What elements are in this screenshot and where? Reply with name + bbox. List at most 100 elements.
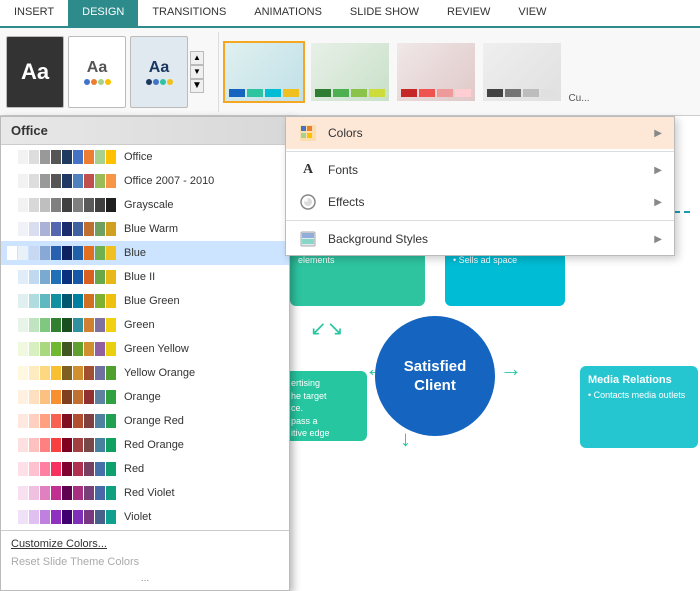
satisfied-client-circle: SatisfiedClient — [375, 316, 495, 436]
color-name-10: Orange — [124, 391, 161, 403]
advertising-box: ertisinghe targetce.pass aitive edge — [285, 371, 367, 441]
swatch — [95, 150, 105, 164]
swatch — [29, 150, 39, 164]
scroll-down-arrow[interactable]: ▼ — [190, 65, 204, 79]
media-relations-title: Media Relations — [588, 374, 690, 386]
color-row-red-violet[interactable]: Red Violet — [1, 481, 289, 505]
color-row-green-yellow[interactable]: Green Yellow — [1, 337, 289, 361]
swatch — [62, 318, 72, 332]
swatches-8 — [7, 342, 116, 356]
effects-label: Effects — [328, 195, 644, 209]
swatch — [106, 270, 116, 284]
swatches-11 — [7, 414, 116, 428]
swatches-6 — [7, 294, 116, 308]
color-row-yellow-orange[interactable]: Yellow Orange — [1, 361, 289, 385]
swatch — [51, 390, 61, 404]
submenu-colors[interactable]: Colors ▶ — [286, 117, 674, 149]
swatch — [7, 390, 17, 404]
colors-arrow: ▶ — [654, 128, 662, 139]
swatch — [18, 246, 28, 260]
color-row-orange[interactable]: Orange — [1, 385, 289, 409]
scroll-more-arrow[interactable]: ▼ — [190, 79, 204, 93]
swatch — [40, 270, 50, 284]
swatch — [7, 246, 17, 260]
tab-slideshow[interactable]: SLIDE SHOW — [336, 0, 433, 26]
theme-medium-dots — [146, 79, 173, 85]
swatch — [51, 318, 61, 332]
theme-light-button[interactable]: Aa — [68, 36, 126, 108]
bgstyles-arrow: ▶ — [654, 234, 662, 245]
swatch — [73, 414, 83, 428]
customize-button[interactable]: Cu... — [569, 36, 589, 108]
slide-thumb-4[interactable] — [481, 41, 563, 103]
submenu-fonts[interactable]: A Fonts ▶ — [286, 154, 674, 186]
swatch — [62, 414, 72, 428]
swatch — [7, 222, 17, 236]
color-row-blue[interactable]: Blue — [1, 241, 289, 265]
color-row-orange-red[interactable]: Orange Red — [1, 409, 289, 433]
theme-dark-label: Aa — [21, 59, 49, 85]
color-row-red-orange[interactable]: Red Orange — [1, 433, 289, 457]
slide-thumb-2[interactable] — [309, 41, 391, 103]
swatch — [29, 174, 39, 188]
color-row-grayscale[interactable]: Grayscale — [1, 193, 289, 217]
color-row-office-2007---2010[interactable]: Office 2007 - 2010 — [1, 169, 289, 193]
tab-design[interactable]: DESIGN — [68, 0, 138, 26]
swatch — [29, 318, 39, 332]
swatch — [51, 414, 61, 428]
color-name-15: Violet — [124, 511, 151, 523]
slide-thumb-1[interactable] — [223, 41, 305, 103]
swatch — [62, 438, 72, 452]
swatch — [51, 462, 61, 476]
swatch — [106, 366, 116, 380]
submenu-effects[interactable]: Effects ▶ — [286, 186, 674, 218]
swatch — [18, 390, 28, 404]
swatch — [73, 174, 83, 188]
color-row-blue-green[interactable]: Blue Green — [1, 289, 289, 313]
swatch — [84, 222, 94, 236]
tab-review[interactable]: REVIEW — [433, 0, 504, 26]
swatch — [73, 318, 83, 332]
swatch — [29, 270, 39, 284]
color-row-blue-ii[interactable]: Blue II — [1, 265, 289, 289]
swatch — [7, 150, 17, 164]
customize-colors-link[interactable]: Customize Colors... — [7, 535, 283, 553]
submenu-divider-2 — [286, 220, 674, 221]
swatches-7 — [7, 318, 116, 332]
swatch — [95, 486, 105, 500]
swatch — [29, 438, 39, 452]
color-row-office[interactable]: Office — [1, 145, 289, 169]
color-row-green[interactable]: Green — [1, 313, 289, 337]
theme-dark-button[interactable]: Aa — [6, 36, 64, 108]
swatch — [84, 366, 94, 380]
slide-thumb-3[interactable] — [395, 41, 477, 103]
swatch — [29, 246, 39, 260]
theme-medium-button[interactable]: Aa — [130, 36, 188, 108]
swatch — [84, 270, 94, 284]
color-row-violet[interactable]: Violet — [1, 505, 289, 529]
thumb-bar-4 — [487, 89, 557, 97]
scroll-up-arrow[interactable]: ▲ — [190, 51, 204, 65]
satisfied-client-text: SatisfiedClient — [404, 357, 467, 396]
tab-animations[interactable]: ANIMATIONS — [240, 0, 336, 26]
swatch — [84, 462, 94, 476]
reset-colors-link[interactable]: Reset Slide Theme Colors — [7, 553, 283, 571]
advertising-text: ertisinghe targetce.pass aitive edge — [291, 377, 361, 440]
swatch — [18, 222, 28, 236]
submenu-background-styles[interactable]: Background Styles ▶ — [286, 223, 674, 255]
tab-view[interactable]: VIEW — [504, 0, 560, 26]
color-row-red[interactable]: Red — [1, 457, 289, 481]
swatch — [7, 510, 17, 524]
swatch — [40, 510, 50, 524]
tab-insert[interactable]: INSERT — [0, 0, 68, 26]
color-row-blue-warm[interactable]: Blue Warm — [1, 217, 289, 241]
tab-transitions[interactable]: TRANSITIONS — [138, 0, 240, 26]
swatches-5 — [7, 270, 116, 284]
swatch — [7, 270, 17, 284]
swatch — [106, 510, 116, 524]
color-name-6: Blue Green — [124, 295, 180, 307]
thumb-bar-2 — [315, 89, 385, 97]
fonts-icon: A — [298, 160, 318, 180]
swatch — [95, 270, 105, 284]
swatch — [106, 150, 116, 164]
